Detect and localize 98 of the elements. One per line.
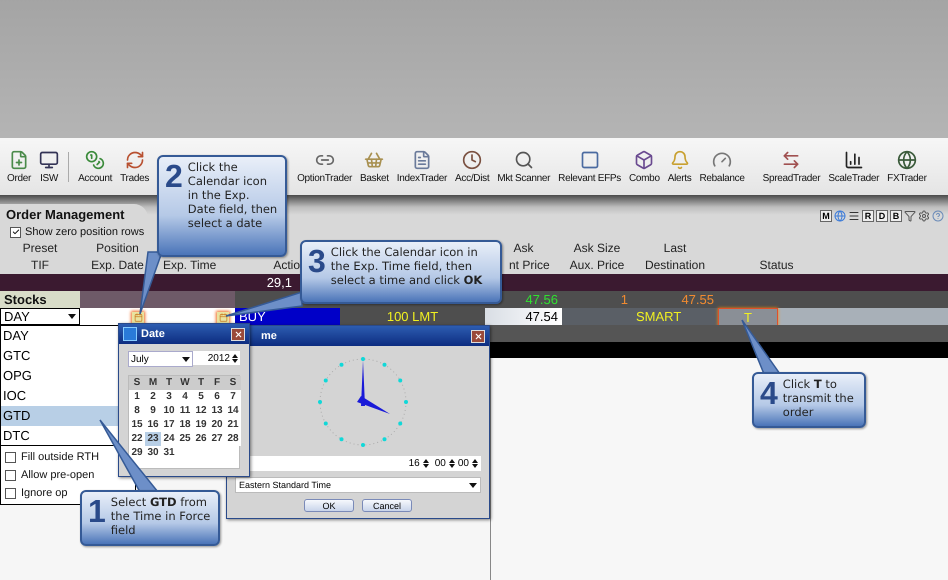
calendar-day[interactable]: 23 — [145, 432, 161, 446]
column-header: Exp. Time — [162, 257, 218, 274]
view-button[interactable]: B — [890, 210, 902, 222]
gauge-icon — [712, 150, 732, 170]
weekday-header: F — [209, 376, 225, 390]
monitor-icon — [39, 150, 60, 170]
app-icon — [123, 327, 137, 341]
step-number: 4 — [760, 377, 778, 413]
cube-icon — [634, 150, 654, 170]
tif-dropdown[interactable]: DAY — [0, 308, 80, 325]
view-button[interactable]: R — [862, 210, 874, 222]
toolbar-button[interactable]: Alerts — [664, 150, 694, 184]
calendar-day[interactable]: 21 — [225, 418, 241, 432]
dialog-title: me — [261, 330, 278, 342]
toolbar-button[interactable]: Relevant EFPs — [555, 150, 624, 184]
calendar-day[interactable]: 28 — [225, 432, 241, 446]
weekday-header: M — [145, 376, 161, 390]
filter-icon[interactable] — [904, 210, 916, 222]
arrows-icon — [781, 150, 802, 170]
bell-icon — [670, 150, 690, 170]
search-icon — [514, 150, 534, 170]
weekday-header: S — [225, 376, 241, 390]
toolbar-button[interactable]: ISW — [36, 150, 62, 184]
group-label: Stocks — [0, 291, 80, 308]
close-button[interactable] — [231, 328, 245, 340]
settings-icon[interactable] — [918, 210, 930, 222]
checkbox[interactable] — [5, 452, 16, 462]
caret-icon — [68, 314, 76, 319]
spinner-arrows-icon — [472, 459, 478, 468]
document-icon — [412, 150, 432, 170]
clock-icon — [462, 150, 482, 170]
toolbar-button[interactable]: Rebalance — [696, 150, 748, 184]
caret-icon — [469, 482, 477, 488]
column-header: Actio — [272, 257, 300, 274]
toolbar-button[interactable]: SpreadTrader — [760, 150, 824, 184]
dialog-button[interactable]: Cancel — [362, 499, 412, 512]
calendar-day[interactable]: 14 — [225, 404, 241, 418]
step-number: 2 — [165, 160, 183, 196]
panel-tab[interactable]: Order Management — [0, 204, 148, 224]
weekday-header: T — [161, 376, 177, 390]
callout-text: Click T to transmit the order — [782, 377, 855, 421]
weekday-header: W — [177, 376, 193, 390]
checkbox[interactable] — [5, 470, 16, 480]
dialog-title: Date — [141, 328, 166, 340]
checkbox-label: Fill outside RTH — [21, 451, 100, 463]
toolbar-button[interactable]: Order — [4, 150, 34, 184]
checkbox-label: Allow pre-open — [21, 469, 94, 481]
window-icon — [580, 150, 600, 170]
toolbar-button[interactable]: Acc/Dist — [452, 150, 492, 184]
spinner-arrows-icon — [448, 459, 455, 468]
column-header: Aux. Price — [568, 257, 626, 274]
table-cell-text: 29,1 — [266, 274, 293, 291]
spinner-arrows-icon — [232, 354, 238, 362]
table-cell-text: 1 — [620, 291, 629, 308]
column-header: TIF — [30, 257, 50, 274]
weekday-header: T — [193, 376, 209, 390]
year-spinner[interactable]: 2012 — [192, 351, 240, 365]
step-number: 3 — [308, 245, 326, 281]
toolbar-button[interactable]: Basket — [357, 150, 392, 184]
timezone-dropdown[interactable]: Eastern Standard Time — [235, 477, 481, 493]
toolbar-button[interactable]: OptionTrader — [294, 150, 356, 184]
checkbox[interactable] — [5, 488, 16, 498]
column-header: Destination — [644, 257, 706, 274]
chart-icon — [844, 150, 864, 170]
toolbar-button[interactable]: Combo — [626, 150, 663, 184]
toolbar-button[interactable]: Mkt Scanner — [494, 150, 554, 184]
checkbox[interactable] — [10, 226, 21, 238]
rows-icon[interactable] — [848, 210, 860, 222]
column-header: nt Price — [508, 257, 551, 274]
close-icon — [234, 330, 242, 338]
column-header: Status — [758, 257, 795, 274]
view-button[interactable]: D — [876, 210, 888, 222]
toolbar-button[interactable]: IndexTrader — [394, 150, 450, 184]
document-plus-icon — [9, 150, 30, 170]
callout-text: Select GTD from the Time in Force field — [110, 495, 212, 539]
callout-text: Click the Calendar icon in the Exp. Date field, then select a date — [188, 160, 278, 232]
arrows-icon — [124, 150, 145, 170]
globe-icon — [896, 150, 917, 170]
column-header: Exp. Date — [90, 257, 145, 274]
spinner-arrows-icon — [422, 459, 429, 468]
table-cell-text: 47.56 — [524, 291, 559, 308]
basket-icon — [364, 150, 384, 170]
weekday-header: S — [129, 376, 145, 390]
checkbox-label: Show zero position rows — [25, 226, 144, 238]
month-dropdown[interactable]: July — [128, 351, 193, 367]
view-button[interactable]: M — [820, 210, 832, 222]
coins-icon — [85, 150, 106, 170]
step-number: 1 — [88, 495, 106, 531]
checkbox-label: Ignore op — [21, 487, 68, 499]
close-icon — [474, 332, 482, 340]
toolbar-button[interactable]: FXTrader — [884, 150, 930, 184]
callout-text: Click the Calendar icon in the Exp. Time field, then select a time and click OK — [330, 245, 484, 289]
toolbar-button[interactable]: ScaleTrader — [825, 150, 882, 184]
toolbar-button[interactable]: Trades — [117, 150, 152, 184]
toolbar-button[interactable]: Account — [75, 150, 116, 184]
table-cell-text: 47.55 — [680, 291, 715, 308]
dialog-button[interactable]: OK — [304, 499, 354, 512]
close-button[interactable] — [471, 330, 485, 342]
